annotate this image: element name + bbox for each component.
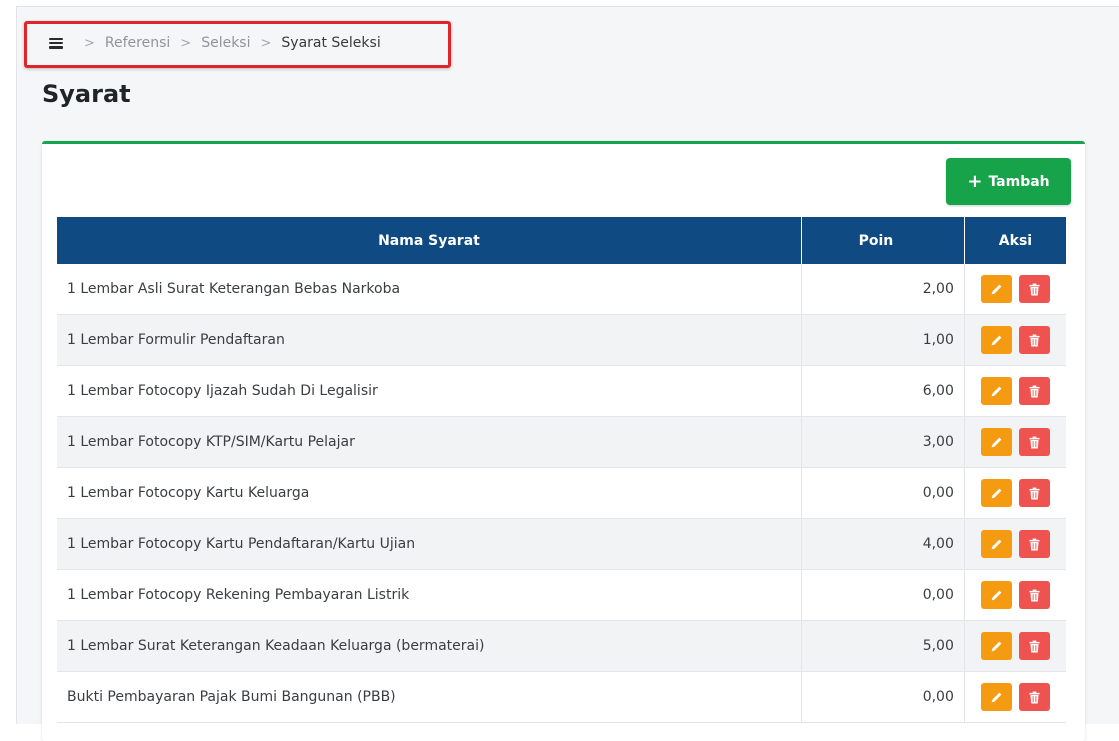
chevron-right-icon: > — [180, 35, 192, 51]
syarat-card: + Tambah Nama Syarat Poin Aksi 1 Lembar … — [42, 141, 1085, 741]
delete-button[interactable] — [1018, 428, 1050, 456]
cell-aksi — [964, 620, 1066, 672]
delete-button[interactable] — [1018, 377, 1050, 405]
table-row: 1 Lembar Asli Surat Keterangan Bebas Nar… — [57, 264, 1066, 315]
delete-button[interactable] — [1018, 275, 1050, 303]
trash-icon — [1029, 691, 1040, 703]
cell-nama-syarat: Bukti Pembayaran Pajak Bumi Bangunan (PB… — [57, 671, 802, 723]
pencil-icon — [991, 692, 1002, 702]
cell-aksi — [964, 416, 1066, 468]
cell-poin: 2,00 — [801, 264, 965, 315]
table-row: Bukti Pembayaran Pajak Bumi Bangunan (PB… — [57, 671, 1066, 723]
pencil-icon — [991, 335, 1002, 345]
column-header-aksi: Aksi — [964, 217, 1066, 264]
trash-icon — [1029, 436, 1040, 448]
hamburger-menu-icon[interactable] — [49, 37, 63, 49]
cell-poin: 0,00 — [801, 569, 965, 621]
table-row: 1 Lembar Formulir Pendaftaran 1,00 — [57, 314, 1066, 366]
column-header-poin[interactable]: Poin — [801, 217, 965, 264]
edit-button[interactable] — [981, 632, 1013, 660]
edit-button[interactable] — [981, 326, 1013, 354]
add-button[interactable]: + Tambah — [946, 158, 1071, 205]
breadcrumb-item-seleksi[interactable]: Seleksi — [201, 35, 250, 51]
cell-aksi — [964, 518, 1066, 570]
delete-button[interactable] — [1018, 326, 1050, 354]
cell-aksi — [964, 671, 1066, 723]
plus-icon: + — [967, 170, 983, 192]
cell-poin: 4,00 — [801, 518, 965, 570]
cell-poin: 5,00 — [801, 620, 965, 672]
delete-button[interactable] — [1018, 581, 1050, 609]
cell-aksi — [964, 264, 1066, 315]
edit-button[interactable] — [981, 275, 1013, 303]
delete-button[interactable] — [1018, 683, 1050, 711]
table-header-row: Nama Syarat Poin Aksi — [57, 217, 1066, 264]
delete-button[interactable] — [1018, 479, 1050, 507]
breadcrumb: > Referensi > Seleksi > Syarat Seleksi — [49, 33, 381, 53]
table-row: 1 Lembar Surat Keterangan Keadaan Keluar… — [57, 620, 1066, 672]
cell-nama-syarat: 1 Lembar Fotocopy Rekening Pembayaran Li… — [57, 569, 802, 621]
trash-icon — [1029, 640, 1040, 652]
trash-icon — [1029, 589, 1040, 601]
cell-nama-syarat: 1 Lembar Formulir Pendaftaran — [57, 314, 802, 366]
table-row: 1 Lembar Fotocopy Ijazah Sudah Di Legali… — [57, 365, 1066, 417]
trash-icon — [1029, 385, 1040, 397]
edit-button[interactable] — [981, 530, 1013, 558]
page-title: Syarat — [42, 80, 131, 108]
breadcrumb-item-syarat-seleksi: Syarat Seleksi — [281, 35, 381, 51]
trash-icon — [1029, 283, 1040, 295]
table-row: 1 Lembar Fotocopy Kartu Keluarga 0,00 — [57, 467, 1066, 519]
syarat-table: Nama Syarat Poin Aksi 1 Lembar Asli Sura… — [57, 217, 1066, 723]
table-row: 1 Lembar Fotocopy Rekening Pembayaran Li… — [57, 569, 1066, 621]
cell-poin: 0,00 — [801, 467, 965, 519]
breadcrumb-item-referensi[interactable]: Referensi — [105, 35, 170, 51]
edit-button[interactable] — [981, 683, 1013, 711]
cell-nama-syarat: 1 Lembar Fotocopy Kartu Pendaftaran/Kart… — [57, 518, 802, 570]
add-button-label: Tambah — [988, 173, 1050, 190]
pencil-icon — [991, 539, 1002, 549]
edit-button[interactable] — [981, 377, 1013, 405]
cell-nama-syarat: 1 Lembar Asli Surat Keterangan Bebas Nar… — [57, 264, 802, 315]
cell-aksi — [964, 467, 1066, 519]
cell-nama-syarat: 1 Lembar Surat Keterangan Keadaan Keluar… — [57, 620, 802, 672]
pencil-icon — [991, 386, 1002, 396]
chevron-right-icon: > — [84, 35, 95, 51]
cell-aksi — [964, 314, 1066, 366]
pencil-icon — [991, 437, 1002, 447]
trash-icon — [1029, 334, 1040, 346]
cell-nama-syarat: 1 Lembar Fotocopy Kartu Keluarga — [57, 467, 802, 519]
table-row: 1 Lembar Fotocopy Kartu Pendaftaran/Kart… — [57, 518, 1066, 570]
trash-icon — [1029, 538, 1040, 550]
table-row: 1 Lembar Fotocopy KTP/SIM/Kartu Pelajar … — [57, 416, 1066, 468]
delete-button[interactable] — [1018, 632, 1050, 660]
cell-poin: 0,00 — [801, 671, 965, 723]
trash-icon — [1029, 487, 1040, 499]
column-header-nama-syarat[interactable]: Nama Syarat — [57, 217, 802, 264]
cell-aksi — [964, 569, 1066, 621]
pencil-icon — [991, 641, 1002, 651]
cell-nama-syarat: 1 Lembar Fotocopy Ijazah Sudah Di Legali… — [57, 365, 802, 417]
pencil-icon — [991, 284, 1002, 294]
edit-button[interactable] — [981, 581, 1013, 609]
edit-button[interactable] — [981, 479, 1013, 507]
edit-button[interactable] — [981, 428, 1013, 456]
cell-poin: 1,00 — [801, 314, 965, 366]
pencil-icon — [991, 488, 1002, 498]
cell-poin: 6,00 — [801, 365, 965, 417]
chevron-right-icon: > — [260, 35, 272, 51]
delete-button[interactable] — [1018, 530, 1050, 558]
cell-nama-syarat: 1 Lembar Fotocopy KTP/SIM/Kartu Pelajar — [57, 416, 802, 468]
cell-poin: 3,00 — [801, 416, 965, 468]
pencil-icon — [991, 590, 1002, 600]
table-body: 1 Lembar Asli Surat Keterangan Bebas Nar… — [57, 264, 1066, 723]
cell-aksi — [964, 365, 1066, 417]
